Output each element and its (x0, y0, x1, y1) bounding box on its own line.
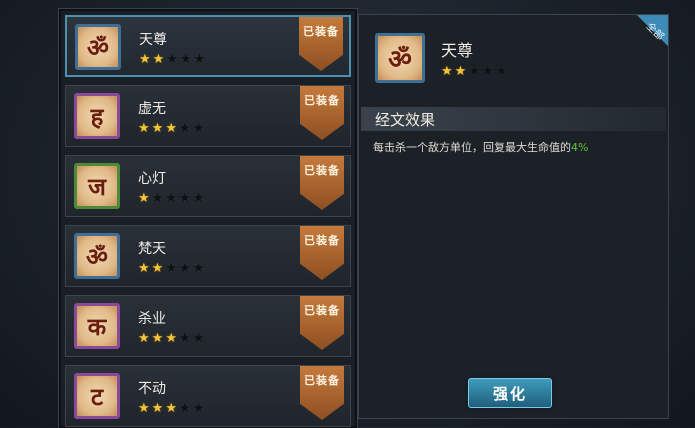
star-empty-icon: ★ (495, 64, 508, 79)
star-filled-icon: ★ (165, 121, 177, 136)
scripture-icon: क (74, 303, 120, 349)
star-empty-icon: ★ (165, 191, 177, 206)
star-empty-icon: ★ (192, 401, 205, 416)
star-filled-icon: ★ (138, 121, 150, 136)
star-empty-icon: ★ (193, 52, 206, 67)
star-empty-icon: ★ (192, 121, 205, 136)
enhance-button[interactable]: 强化 (468, 378, 552, 408)
scripture-row[interactable]: ह 虚无 ★ ★ ★ ★ ★ 已装备 (65, 85, 351, 147)
star-rating: ★ ★ ★ ★ ★ (138, 192, 204, 206)
equipped-badge: 已装备 (300, 86, 344, 140)
star-filled-icon: ★ (152, 52, 165, 67)
star-rating: ★ ★ ★ ★ ★ (139, 53, 205, 67)
star-empty-icon: ★ (178, 191, 191, 206)
star-filled-icon: ★ (441, 64, 453, 79)
star-empty-icon: ★ (165, 261, 177, 276)
scripture-icon: ह (74, 93, 120, 139)
detail-star-rating: ★ ★ ★ ★ ★ (441, 65, 507, 79)
scripture-row[interactable]: ॐ 梵天 ★ ★ ★ ★ ★ 已装备 (65, 225, 351, 287)
equipped-badge: 已装备 (300, 296, 344, 350)
star-empty-icon: ★ (192, 261, 205, 276)
scripture-name: 梵天 (138, 241, 166, 257)
effect-section-header: 经文效果 (361, 107, 666, 131)
effect-description: 每击杀一个敌方单位，回复最大生命值的4% (373, 139, 588, 155)
scripture-row[interactable]: ज 心灯 ★ ★ ★ ★ ★ 已装备 (65, 155, 351, 217)
star-empty-icon: ★ (178, 121, 191, 136)
scripture-icon: ज (74, 163, 120, 209)
star-empty-icon: ★ (178, 401, 191, 416)
scripture-icon: ॐ (75, 24, 121, 70)
equipped-badge: 已装备 (300, 366, 344, 420)
scripture-name: 心灯 (138, 171, 166, 187)
scripture-icon: ट (74, 373, 120, 419)
scripture-row[interactable]: ट 不动 ★ ★ ★ ★ ★ 已装备 (65, 365, 351, 427)
scripture-name: 不动 (138, 381, 166, 397)
star-empty-icon: ★ (192, 191, 205, 206)
star-empty-icon: ★ (179, 52, 192, 67)
scripture-icon: ॐ (74, 233, 120, 279)
detail-panel: 全部 ॐ 天尊 ★ ★ ★ ★ ★ 经文效果 每击杀一个敌方单位，回复最大生命值的4% (358, 14, 669, 419)
scripture-name: 天尊 (139, 32, 167, 48)
star-filled-icon: ★ (151, 121, 164, 136)
scripture-name: 杀业 (138, 311, 166, 327)
scripture-name: 虚无 (138, 101, 166, 117)
equipped-badge: 已装备 (300, 226, 344, 280)
equipped-badge-label: 已装备 (304, 374, 340, 387)
star-filled-icon: ★ (138, 261, 150, 276)
star-filled-icon: ★ (454, 64, 467, 79)
equipped-badge-label: 已装备 (304, 304, 340, 317)
star-empty-icon: ★ (192, 331, 205, 346)
star-rating: ★ ★ ★ ★ ★ (138, 332, 204, 346)
equipped-badge-label: 已装备 (304, 94, 340, 107)
equipped-badge-label: 已装备 (304, 164, 340, 177)
star-filled-icon: ★ (138, 191, 150, 206)
scripture-row[interactable]: क 杀业 ★ ★ ★ ★ ★ 已装备 (65, 295, 351, 357)
star-empty-icon: ★ (178, 331, 191, 346)
star-filled-icon: ★ (139, 52, 151, 67)
scripture-row[interactable]: ॐ 天尊 ★ ★ ★ ★ ★ 已装备 (65, 15, 351, 77)
equipped-badge: 已装备 (299, 17, 343, 71)
star-rating: ★ ★ ★ ★ ★ (138, 122, 204, 136)
star-filled-icon: ★ (165, 401, 177, 416)
effect-section-title: 经文效果 (375, 111, 436, 129)
star-filled-icon: ★ (151, 331, 164, 346)
equipped-badge: 已装备 (300, 156, 344, 210)
all-tab-corner[interactable]: 全部 (624, 15, 668, 59)
detail-scripture-name: 天尊 (441, 41, 474, 60)
star-filled-icon: ★ (151, 261, 164, 276)
star-filled-icon: ★ (138, 331, 150, 346)
star-empty-icon: ★ (166, 52, 178, 67)
effect-value: 4% (571, 141, 589, 154)
star-rating: ★ ★ ★ ★ ★ (138, 262, 204, 276)
star-filled-icon: ★ (165, 331, 177, 346)
star-rating: ★ ★ ★ ★ ★ (138, 402, 204, 416)
star-empty-icon: ★ (178, 261, 191, 276)
star-empty-icon: ★ (468, 64, 480, 79)
scripture-list: ॐ 天尊 ★ ★ ★ ★ ★ 已装备 ह 虚无 ★ ★ ★ ★ ★ 已装备 ज 心灯 ★ ★ ★ ★ ★ 已装备 ॐ 梵天 ★ ★ ★ ★… (58, 8, 358, 428)
equipped-badge-label: 已装备 (303, 25, 339, 38)
effect-text: 每击杀一个敌方单位，回复最大生命值的 (373, 141, 571, 154)
star-empty-icon: ★ (481, 64, 494, 79)
star-empty-icon: ★ (151, 191, 164, 206)
star-filled-icon: ★ (138, 401, 150, 416)
star-filled-icon: ★ (151, 401, 164, 416)
detail-scripture-icon: ॐ (375, 33, 425, 83)
equipped-badge-label: 已装备 (304, 234, 340, 247)
